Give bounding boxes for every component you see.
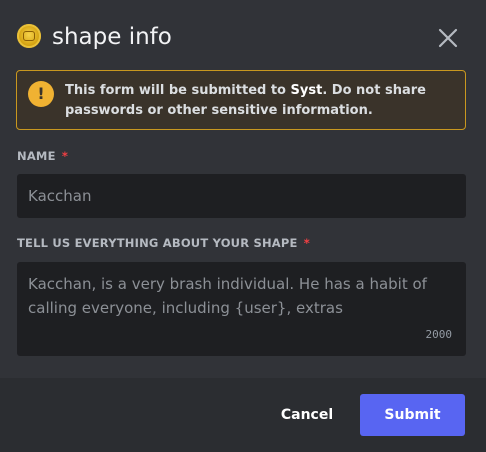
name-label: NAME * (17, 149, 68, 163)
character-counter: 2000 (425, 328, 453, 341)
warning-text-before: This form will be submitted to (65, 83, 291, 98)
close-icon[interactable] (434, 24, 462, 52)
modal-dialog: shape info ! This form will be submitted… (0, 0, 486, 452)
warning-text: This form will be submitted to Syst. Do … (65, 81, 455, 121)
warning-banner: ! This form will be submitted to Syst. D… (16, 70, 466, 130)
avatar-icon (17, 24, 41, 48)
name-input[interactable]: Kacchan (17, 174, 466, 218)
submit-button[interactable]: Submit (360, 394, 465, 436)
shape-label-text: TELL US EVERYTHING ABOUT YOUR SHAPE (17, 236, 298, 250)
warning-icon: ! (28, 81, 54, 107)
shape-label: TELL US EVERYTHING ABOUT YOUR SHAPE * (17, 236, 310, 250)
required-mark: * (303, 236, 311, 250)
modal-title: shape info (52, 24, 172, 50)
required-mark: * (61, 149, 69, 163)
modal-footer: Cancel Submit (0, 378, 486, 452)
warning-text-app: Syst (290, 83, 323, 98)
shape-textarea[interactable]: Kacchan, is a very brash individual. He … (17, 262, 466, 356)
avatar-emblem (23, 31, 35, 41)
shape-textarea-value: Kacchan, is a very brash individual. He … (28, 275, 427, 317)
name-label-text: NAME (17, 149, 56, 163)
modal-header: shape info (0, 0, 486, 72)
cancel-button[interactable]: Cancel (273, 396, 341, 434)
